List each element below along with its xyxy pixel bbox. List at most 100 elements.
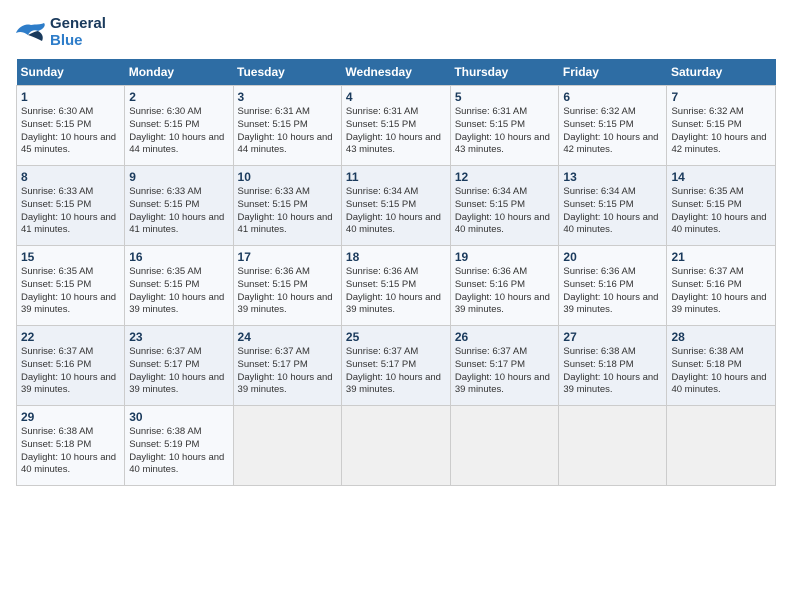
day-info: Sunrise: 6:34 AMSunset: 5:15 PMDaylight:… (563, 186, 658, 235)
calendar-cell: 21 Sunrise: 6:37 AMSunset: 5:16 PMDayligh… (667, 246, 776, 326)
day-number: 29 (21, 410, 120, 424)
day-info: Sunrise: 6:30 AMSunset: 5:15 PMDaylight:… (129, 106, 224, 155)
col-header-friday: Friday (559, 59, 667, 86)
logo: General Blue (16, 16, 106, 49)
calendar-cell: 4 Sunrise: 6:31 AMSunset: 5:15 PMDaylight… (341, 86, 450, 166)
calendar-cell: 19 Sunrise: 6:36 AMSunset: 5:16 PMDayligh… (450, 246, 559, 326)
day-number: 24 (238, 330, 337, 344)
calendar-cell: 2 Sunrise: 6:30 AMSunset: 5:15 PMDaylight… (125, 86, 233, 166)
calendar-week-row: 8 Sunrise: 6:33 AMSunset: 5:15 PMDaylight… (17, 166, 776, 246)
col-header-sunday: Sunday (17, 59, 125, 86)
calendar-week-row: 15 Sunrise: 6:35 AMSunset: 5:15 PMDayligh… (17, 246, 776, 326)
day-number: 5 (455, 90, 555, 104)
day-number: 6 (563, 90, 662, 104)
day-number: 2 (129, 90, 228, 104)
calendar-cell (233, 406, 341, 486)
day-info: Sunrise: 6:31 AMSunset: 5:15 PMDaylight:… (455, 106, 550, 155)
day-info: Sunrise: 6:37 AMSunset: 5:17 PMDaylight:… (455, 346, 550, 395)
calendar-cell: 17 Sunrise: 6:36 AMSunset: 5:15 PMDayligh… (233, 246, 341, 326)
calendar-cell: 9 Sunrise: 6:33 AMSunset: 5:15 PMDaylight… (125, 166, 233, 246)
col-header-wednesday: Wednesday (341, 59, 450, 86)
day-number: 22 (21, 330, 120, 344)
day-info: Sunrise: 6:32 AMSunset: 5:15 PMDaylight:… (671, 106, 766, 155)
calendar-cell: 7 Sunrise: 6:32 AMSunset: 5:15 PMDaylight… (667, 86, 776, 166)
day-number: 27 (563, 330, 662, 344)
day-number: 13 (563, 170, 662, 184)
calendar-cell: 5 Sunrise: 6:31 AMSunset: 5:15 PMDaylight… (450, 86, 559, 166)
day-info: Sunrise: 6:36 AMSunset: 5:15 PMDaylight:… (238, 266, 333, 315)
calendar-cell: 18 Sunrise: 6:36 AMSunset: 5:15 PMDayligh… (341, 246, 450, 326)
col-header-thursday: Thursday (450, 59, 559, 86)
calendar-cell: 15 Sunrise: 6:35 AMSunset: 5:15 PMDayligh… (17, 246, 125, 326)
day-info: Sunrise: 6:38 AMSunset: 5:19 PMDaylight:… (129, 426, 224, 475)
day-info: Sunrise: 6:37 AMSunset: 5:17 PMDaylight:… (238, 346, 333, 395)
calendar-cell: 8 Sunrise: 6:33 AMSunset: 5:15 PMDaylight… (17, 166, 125, 246)
logo-bird-icon (16, 21, 46, 45)
day-info: Sunrise: 6:30 AMSunset: 5:15 PMDaylight:… (21, 106, 116, 155)
day-info: Sunrise: 6:36 AMSunset: 5:16 PMDaylight:… (563, 266, 658, 315)
day-number: 18 (346, 250, 446, 264)
col-header-saturday: Saturday (667, 59, 776, 86)
day-number: 30 (129, 410, 228, 424)
calendar-cell: 11Sunrise: 6:34 AMSunset: 5:15 PMDayligh… (341, 166, 450, 246)
calendar-cell: 28 Sunrise: 6:38 AMSunset: 5:18 PMDayligh… (667, 326, 776, 406)
day-info: Sunrise: 6:35 AMSunset: 5:15 PMDaylight:… (129, 266, 224, 315)
day-info: Sunrise: 6:34 AMSunset: 5:15 PMDaylight:… (455, 186, 550, 235)
calendar-cell: 12 Sunrise: 6:34 AMSunset: 5:15 PMDayligh… (450, 166, 559, 246)
calendar-cell: 10 Sunrise: 6:33 AMSunset: 5:15 PMDayligh… (233, 166, 341, 246)
calendar-cell (559, 406, 667, 486)
calendar-cell: 1 Sunrise: 6:30 AMSunset: 5:15 PMDaylight… (17, 86, 125, 166)
calendar-cell: 23 Sunrise: 6:37 AMSunset: 5:17 PMDayligh… (125, 326, 233, 406)
calendar-table: SundayMondayTuesdayWednesdayThursdayFrid… (16, 59, 776, 486)
day-info: Sunrise: 6:33 AMSunset: 5:15 PMDaylight:… (21, 186, 116, 235)
day-number: 10 (238, 170, 337, 184)
col-header-tuesday: Tuesday (233, 59, 341, 86)
day-number: 12 (455, 170, 555, 184)
day-number: 23 (129, 330, 228, 344)
logo-text: General Blue (50, 16, 106, 49)
day-number: 21 (671, 250, 771, 264)
calendar-cell: 27Sunrise: 6:38 AMSunset: 5:18 PMDayligh… (559, 326, 667, 406)
calendar-cell: 14Sunrise: 6:35 AMSunset: 5:15 PMDayligh… (667, 166, 776, 246)
day-number: 1 (21, 90, 120, 104)
calendar-cell: 16Sunrise: 6:35 AMSunset: 5:15 PMDayligh… (125, 246, 233, 326)
day-number: 28 (671, 330, 771, 344)
day-info: Sunrise: 6:32 AMSunset: 5:15 PMDaylight:… (563, 106, 658, 155)
calendar-cell (667, 406, 776, 486)
day-info: Sunrise: 6:35 AMSunset: 5:15 PMDaylight:… (21, 266, 116, 315)
calendar-cell: 22Sunrise: 6:37 AMSunset: 5:16 PMDayligh… (17, 326, 125, 406)
col-header-monday: Monday (125, 59, 233, 86)
day-info: Sunrise: 6:37 AMSunset: 5:17 PMDaylight:… (346, 346, 441, 395)
day-number: 19 (455, 250, 555, 264)
day-info: Sunrise: 6:38 AMSunset: 5:18 PMDaylight:… (21, 426, 116, 475)
day-number: 3 (238, 90, 337, 104)
day-info: Sunrise: 6:33 AMSunset: 5:15 PMDaylight:… (129, 186, 224, 235)
day-number: 8 (21, 170, 120, 184)
day-number: 4 (346, 90, 446, 104)
calendar-cell: 13 Sunrise: 6:34 AMSunset: 5:15 PMDayligh… (559, 166, 667, 246)
day-number: 17 (238, 250, 337, 264)
day-info: Sunrise: 6:31 AMSunset: 5:15 PMDaylight:… (346, 106, 441, 155)
day-number: 11 (346, 170, 446, 184)
calendar-cell (341, 406, 450, 486)
calendar-cell: 29 Sunrise: 6:38 AMSunset: 5:18 PMDayligh… (17, 406, 125, 486)
calendar-cell: 30 Sunrise: 6:38 AMSunset: 5:19 PMDayligh… (125, 406, 233, 486)
day-number: 7 (671, 90, 771, 104)
day-info: Sunrise: 6:37 AMSunset: 5:16 PMDaylight:… (671, 266, 766, 315)
day-number: 20 (563, 250, 662, 264)
day-info: Sunrise: 6:36 AMSunset: 5:16 PMDaylight:… (455, 266, 550, 315)
day-info: Sunrise: 6:38 AMSunset: 5:18 PMDaylight:… (671, 346, 766, 395)
calendar-cell: 26Sunrise: 6:37 AMSunset: 5:17 PMDayligh… (450, 326, 559, 406)
day-info: Sunrise: 6:33 AMSunset: 5:15 PMDaylight:… (238, 186, 333, 235)
day-number: 9 (129, 170, 228, 184)
day-info: Sunrise: 6:36 AMSunset: 5:15 PMDaylight:… (346, 266, 441, 315)
header-row: SundayMondayTuesdayWednesdayThursdayFrid… (17, 59, 776, 86)
calendar-cell: 3 Sunrise: 6:31 AMSunset: 5:15 PMDaylight… (233, 86, 341, 166)
calendar-cell: 24 Sunrise: 6:37 AMSunset: 5:17 PMDayligh… (233, 326, 341, 406)
day-number: 15 (21, 250, 120, 264)
day-number: 25 (346, 330, 446, 344)
day-number: 14 (671, 170, 771, 184)
day-info: Sunrise: 6:31 AMSunset: 5:15 PMDaylight:… (238, 106, 333, 155)
day-info: Sunrise: 6:37 AMSunset: 5:17 PMDaylight:… (129, 346, 224, 395)
calendar-week-row: 22Sunrise: 6:37 AMSunset: 5:16 PMDayligh… (17, 326, 776, 406)
